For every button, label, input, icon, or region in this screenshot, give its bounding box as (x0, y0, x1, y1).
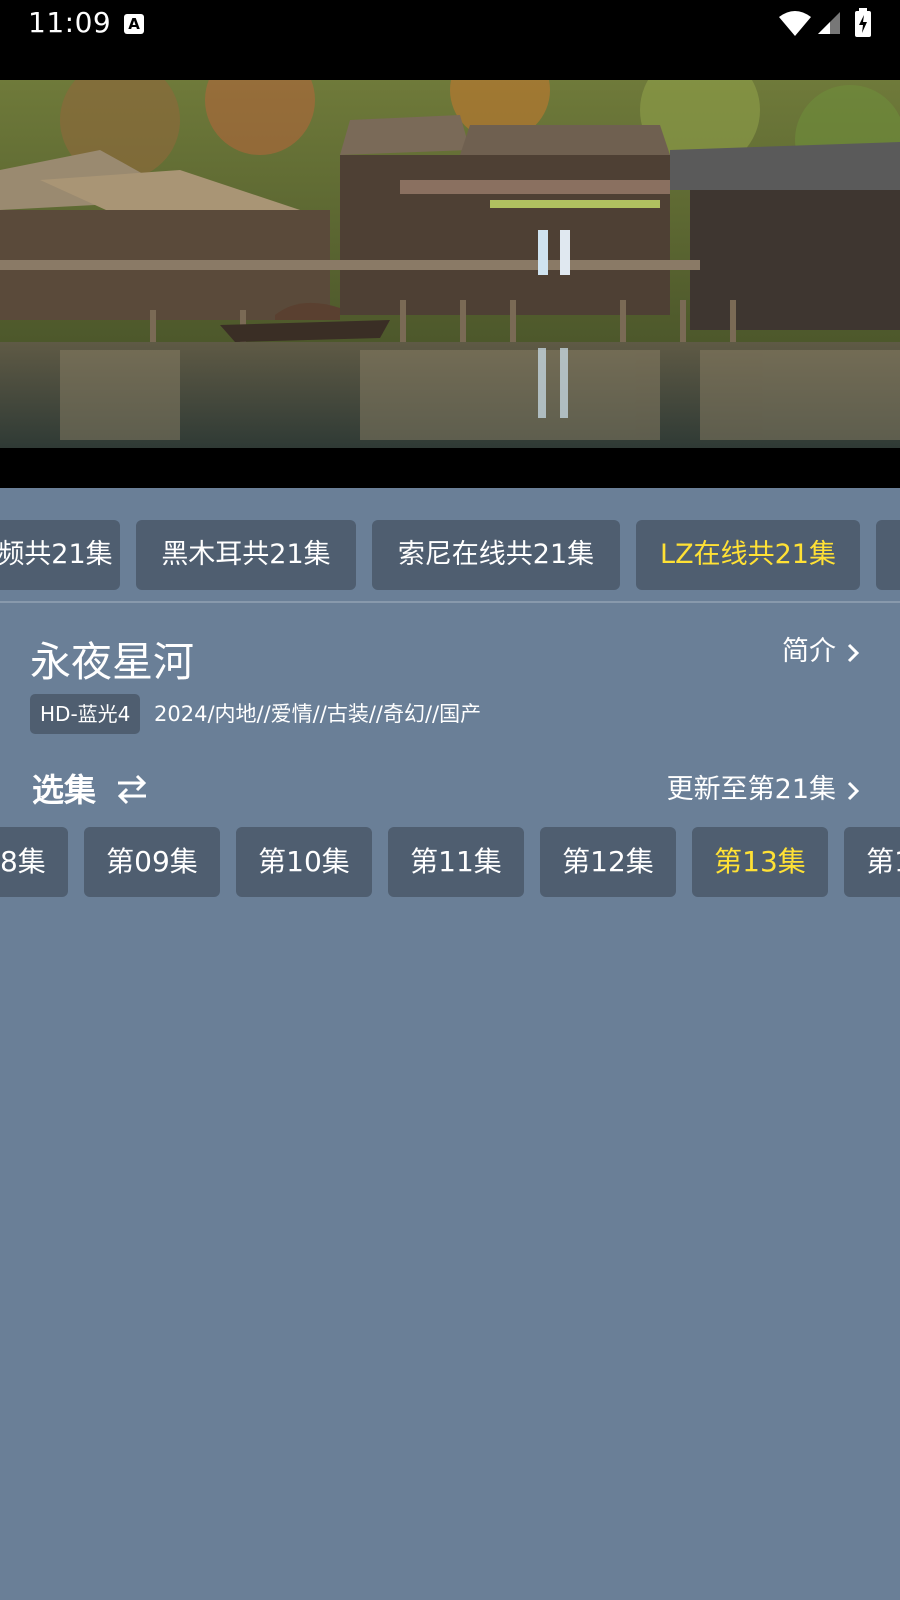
episodes-label: 选集 (32, 771, 97, 809)
signal-icon (818, 12, 840, 34)
episode-chip[interactable]: 第12集 (540, 827, 676, 897)
source-chip[interactable]: 频共21集 (0, 520, 120, 590)
show-meta: 2024/内地//爱情//古装//奇幻//国产 (154, 702, 482, 726)
quality-badge: HD-蓝光4 (30, 694, 141, 734)
update-status-link[interactable]: 更新至第21集 (667, 770, 860, 810)
episode-chip[interactable]: 第10集 (236, 827, 372, 897)
source-chip-active[interactable]: LZ在线共21集 (636, 520, 860, 590)
episode-chip[interactable]: 第09集 (84, 827, 220, 897)
intro-link[interactable]: 简介 (782, 632, 860, 672)
chevron-right-icon (847, 781, 860, 800)
divider (0, 601, 900, 603)
source-chip[interactable]: 黑木耳共21集 (136, 520, 356, 590)
video-player[interactable] (0, 80, 900, 488)
status-bar: 11:09 A (0, 0, 900, 80)
episode-list: 第08集 第09集 第10集 第11集 第12集 第13集 第14集 (0, 827, 900, 897)
source-chip[interactable]: 索尼在线共21集 (372, 520, 620, 590)
video-thumbnail (0, 80, 900, 488)
episode-chip[interactable]: 第08集 (0, 827, 68, 897)
swap-order-icon[interactable] (114, 772, 150, 806)
intro-label: 简介 (782, 636, 836, 667)
update-label: 更新至第21集 (666, 774, 836, 805)
episode-chip[interactable]: 第14集 (844, 827, 900, 897)
show-title: 永夜星河 (30, 638, 194, 686)
notification-icon: A (124, 14, 144, 34)
episode-chip[interactable]: 第11集 (388, 827, 524, 897)
episode-chip-active[interactable]: 第13集 (692, 827, 828, 897)
chevron-right-icon (847, 643, 860, 662)
battery-charging-icon (855, 8, 871, 37)
wifi-icon (779, 11, 811, 36)
status-time: 11:09 (28, 6, 112, 39)
source-chip[interactable] (876, 520, 900, 590)
source-list: 频共21集 黑木耳共21集 索尼在线共21集 LZ在线共21集 (0, 520, 900, 590)
